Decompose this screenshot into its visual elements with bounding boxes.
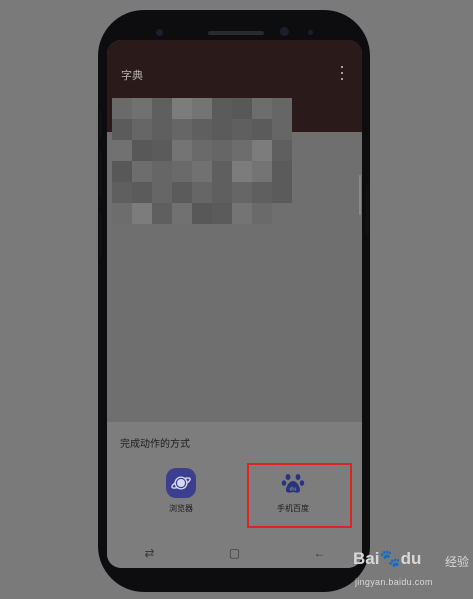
mosaic-tile — [152, 98, 172, 119]
bixby-button — [99, 150, 102, 198]
mosaic-tile — [152, 182, 172, 203]
mosaic-tile — [192, 161, 212, 182]
mosaic-tile — [272, 182, 292, 203]
iris-scanner — [280, 27, 289, 36]
recent-apps-icon[interactable]: ⇄ — [135, 542, 165, 564]
mosaic-tile — [132, 161, 152, 182]
baidu-jingyan-watermark: Bai🐾du 经验 jingyan.baidu.com — [353, 549, 471, 597]
mosaic-tile — [252, 161, 272, 182]
mosaic-tile — [152, 203, 172, 224]
watermark-brand: Bai🐾du — [353, 549, 422, 568]
home-icon[interactable]: ▢ — [220, 542, 250, 564]
mosaic-tile — [272, 140, 292, 161]
scroll-indicator — [359, 175, 361, 215]
mosaic-tile — [232, 119, 252, 140]
mosaic-tile — [272, 119, 292, 140]
mosaic-tile — [232, 203, 252, 224]
mosaic-tile — [112, 98, 132, 119]
mosaic-tile — [272, 98, 292, 119]
mosaic-tile — [172, 140, 192, 161]
mosaic-tile — [132, 98, 152, 119]
more-options-icon[interactable] — [337, 66, 347, 80]
mosaic-tile — [192, 182, 212, 203]
mosaic-tile — [112, 203, 132, 224]
mosaic-tile — [112, 119, 132, 140]
mosaic-tile — [112, 182, 132, 203]
browser-planet-icon — [166, 468, 196, 498]
mosaic-tile — [152, 161, 172, 182]
mosaic-tile — [192, 203, 212, 224]
mosaic-tile — [232, 140, 252, 161]
mosaic-tile — [132, 203, 152, 224]
mosaic-tile — [172, 182, 192, 203]
mosaic-tile — [172, 161, 192, 182]
pixelated-content — [112, 98, 297, 224]
mosaic-tile — [112, 161, 132, 182]
mosaic-tile — [232, 161, 252, 182]
mosaic-tile — [212, 161, 232, 182]
mosaic-tile — [132, 182, 152, 203]
mosaic-tile — [152, 119, 172, 140]
mosaic-tile — [252, 98, 272, 119]
mosaic-tile — [252, 119, 272, 140]
watermark-sub: 经验 — [445, 555, 470, 569]
proximity-sensor — [308, 30, 313, 35]
mosaic-tile — [192, 140, 212, 161]
highlight-box — [247, 463, 352, 528]
sheet-title: 完成动作的方式 — [120, 439, 190, 450]
app-title: 字典 — [121, 70, 143, 82]
back-icon[interactable]: ← — [305, 542, 335, 564]
mosaic-tile — [252, 140, 272, 161]
power-button — [366, 185, 369, 235]
mosaic-tile — [232, 98, 252, 119]
earpiece-speaker — [208, 31, 264, 35]
mosaic-tile — [172, 119, 192, 140]
mosaic-tile — [212, 140, 232, 161]
mosaic-tile — [172, 203, 192, 224]
side-key — [99, 212, 102, 258]
mosaic-tile — [212, 182, 232, 203]
watermark-paw-icon: 🐾 — [379, 549, 401, 568]
mosaic-tile — [212, 203, 232, 224]
mosaic-tile — [192, 98, 212, 119]
mosaic-tile — [212, 119, 232, 140]
mosaic-tile — [132, 119, 152, 140]
mosaic-tile — [252, 182, 272, 203]
app-label: 浏览器 — [169, 504, 193, 513]
mosaic-tile — [212, 98, 232, 119]
mosaic-tile — [272, 161, 292, 182]
front-camera — [156, 29, 163, 36]
volume-button — [99, 110, 102, 138]
mosaic-tile — [132, 140, 152, 161]
mosaic-tile — [172, 98, 192, 119]
browser-option[interactable]: 浏览器 — [141, 468, 221, 524]
mosaic-tile — [232, 182, 252, 203]
watermark-url: jingyan.baidu.com — [355, 577, 433, 587]
mosaic-tile — [152, 140, 172, 161]
mosaic-tile — [112, 140, 132, 161]
navigation-bar: ⇄ ▢ ← — [107, 537, 362, 568]
mosaic-tile — [192, 119, 212, 140]
mosaic-tile — [252, 203, 272, 224]
